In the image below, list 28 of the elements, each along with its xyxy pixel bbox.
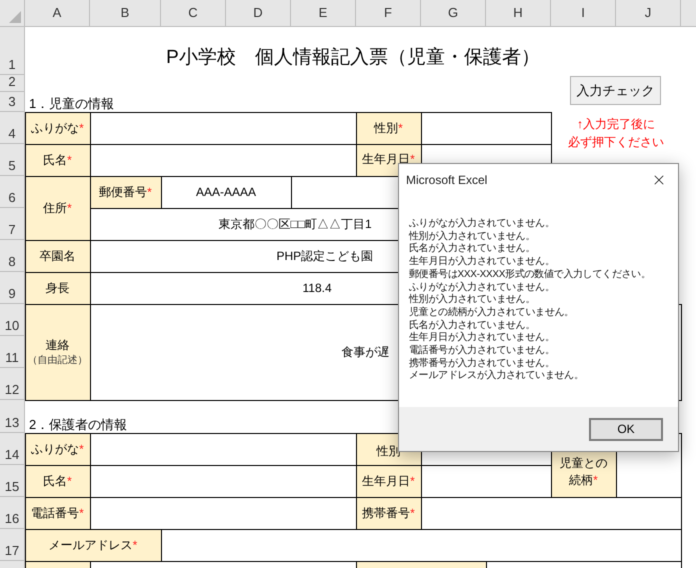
sheet-title: P小学校 個人情報記入票（児童・保護者） [166, 46, 540, 70]
message-line: 携帯番号が入力されていません。 [409, 358, 556, 370]
section-heading: 2．保護者の情報 [29, 416, 128, 433]
field-label: ふりがな* [24, 112, 90, 144]
field-label: 携帯番号* [356, 496, 422, 530]
field-label: 性別* [356, 112, 422, 144]
field-label: 連絡 （自由記述） [24, 304, 90, 400]
field-label: ふりがな* [24, 432, 90, 466]
field-label: 身長 [24, 272, 90, 304]
field-label: 生年月日* [356, 464, 422, 498]
instruction-note: ↑入力完了後に [577, 116, 655, 133]
message-line: 氏名が入力されていません。 [409, 320, 536, 332]
field-label: 氏名* [24, 464, 90, 498]
field-label: 卒園名 [24, 240, 90, 272]
message-line: メールアドレスが入力されていません。 [409, 370, 585, 384]
message-line: 性別が入力されていません。 [409, 230, 536, 242]
message-line: 電話番号が入力されていません。 [409, 345, 556, 358]
field-label: 氏名* [24, 144, 90, 176]
section-heading: 1．児童の情報 [29, 95, 114, 112]
field-label: 住所* [24, 176, 90, 240]
message-line: 性別が入力されていません。 [409, 294, 536, 306]
message-line: 児童との続柄が入力されていません。 [409, 306, 575, 320]
field-label: メールアドレス* [24, 528, 162, 562]
field-label: 電話番号* [24, 496, 90, 530]
message-line: 生年月日が入力されていません。 [409, 332, 556, 344]
message-line: 氏名が入力されていません。 [409, 243, 536, 256]
field-label: 郵便番号* [90, 176, 162, 208]
instruction-note: 必ず押下ください [568, 134, 664, 151]
